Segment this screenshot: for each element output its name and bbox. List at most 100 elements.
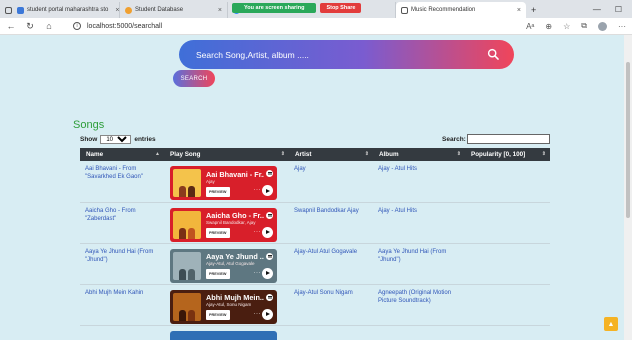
songs-table: Name ▲ Play Song ⇕ Artist ⇕ Album ⇕ Populari…	[80, 148, 550, 340]
popularity-cell	[465, 161, 550, 202]
table-search-input[interactable]	[467, 134, 550, 144]
close-icon[interactable]: ×	[513, 7, 521, 14]
play-song-cell	[164, 325, 289, 340]
read-aloud-icon[interactable]: Aᵃ	[526, 22, 534, 31]
spotify-icon[interactable]	[266, 252, 273, 260]
artist-link[interactable]: Ajay-Atul Atul Gogavale	[289, 243, 373, 284]
minimize-button[interactable]: —	[593, 5, 601, 14]
embed-title: Abhi Mujh Mein...	[206, 293, 264, 302]
more-options-icon[interactable]: ···	[254, 186, 262, 194]
sort-icon: ▲	[155, 151, 160, 157]
artist-link[interactable]: Ajay-Atul Sonu Nigam	[289, 284, 373, 325]
table-row	[80, 325, 550, 340]
spotify-embed[interactable]: Aaya Ye Jhund ... Ajay-Atul, Atul Gogava…	[170, 248, 277, 283]
table-row: Abhi Mujh Mein Kahin Abhi Mujh Mein... A…	[80, 284, 550, 325]
sort-icon: ⇕	[280, 151, 285, 157]
sharing-status: You are screen sharing	[232, 3, 317, 13]
profile-avatar[interactable]	[598, 21, 607, 31]
header-artist[interactable]: Artist ⇕	[289, 148, 373, 161]
entries-label: entries	[134, 136, 156, 143]
song-name-link[interactable]: Aaya Ye Jhund Hai (From "Jhund")	[80, 243, 164, 284]
header-label: Album	[379, 151, 399, 158]
play-icon[interactable]	[262, 226, 273, 238]
tab-music-recommendation[interactable]: Music Recommendation ×	[396, 2, 526, 18]
scrollbar-thumb[interactable]	[626, 62, 630, 218]
url-field[interactable]: i localhost:5000/searchall	[73, 22, 162, 30]
artist-link[interactable]: Swapnil Bandodkar Ajay	[289, 202, 373, 243]
sort-icon: ⇕	[364, 151, 369, 157]
album-art	[173, 210, 201, 239]
search-icon[interactable]	[487, 48, 500, 61]
stop-share-button[interactable]: Stop Share	[320, 3, 362, 13]
search-bar	[179, 40, 514, 69]
tab-student-database[interactable]: Student Database ×	[120, 2, 228, 18]
album-link[interactable]: Ajay - Atul Hits	[373, 202, 465, 243]
tab-label: Student Database	[135, 7, 184, 13]
tab-actions-icon[interactable]	[0, 2, 12, 18]
play-song-cell: Abhi Mujh Mein... Ajay-Atul, Sonu Nigam …	[164, 284, 289, 325]
tab-favicon-icon	[125, 6, 132, 14]
show-label: Show	[80, 136, 98, 143]
spotify-icon[interactable]	[266, 170, 273, 177]
screen-sharing-bar: You are screen sharing Stop Share	[232, 2, 362, 14]
search-input[interactable]	[196, 49, 476, 60]
spotify-embed[interactable]: Aai Bhavani - Fr... Ajay PREVIEW ···	[170, 166, 277, 200]
show-entries-control: Show 10 entries	[80, 135, 156, 144]
more-options-icon[interactable]: ···	[254, 310, 262, 318]
embed-artist: Ajay-Atul, Atul Gogavale	[206, 261, 255, 266]
favorites-icon[interactable]: ☆	[563, 22, 570, 31]
spotify-icon[interactable]	[266, 293, 273, 301]
play-icon[interactable]	[262, 185, 273, 196]
extensions-icon[interactable]: ⊕	[545, 22, 552, 31]
more-icon[interactable]: ···	[618, 22, 626, 31]
song-name-link[interactable]	[80, 325, 164, 340]
collections-icon[interactable]: ⧉	[581, 21, 587, 31]
header-label: Artist	[295, 151, 312, 158]
play-icon[interactable]	[262, 308, 273, 320]
page-icon	[401, 6, 408, 14]
info-icon[interactable]: i	[73, 22, 81, 30]
header-name[interactable]: Name ▲	[80, 148, 164, 161]
spotify-embed[interactable]: Aaicha Gho - Fr... Swapnil Bandodkar, Aj…	[170, 207, 277, 242]
embed-title: Aaya Ye Jhund ...	[206, 252, 264, 261]
header-album[interactable]: Album ⇕	[373, 148, 465, 161]
header-label: Play Song	[170, 151, 201, 158]
song-name-link[interactable]: Aai Bhavani - From "Savarkhed Ek Gaon"	[80, 161, 164, 202]
spotify-icon[interactable]	[266, 211, 273, 219]
search-button[interactable]: SEARCH	[173, 70, 215, 87]
preview-badge: PREVIEW	[206, 310, 230, 320]
artist-link[interactable]	[289, 325, 373, 340]
tab-student-portal[interactable]: student portal maharashtra sto ×	[12, 2, 120, 18]
back-icon[interactable]: ←	[6, 21, 16, 31]
song-name-link[interactable]: Abhi Mujh Mein Kahin	[80, 284, 164, 325]
more-options-icon[interactable]: ···	[254, 269, 262, 277]
popularity-cell	[465, 202, 550, 243]
table-search-label: Search:	[442, 136, 466, 143]
play-song-cell: Aaicha Gho - Fr... Swapnil Bandodkar, Aj…	[164, 202, 289, 243]
close-icon[interactable]: ×	[214, 7, 222, 14]
window-controls: — ☐	[593, 0, 632, 18]
refresh-icon[interactable]: ↻	[25, 21, 35, 32]
more-options-icon[interactable]: ···	[254, 228, 262, 236]
spotify-embed[interactable]: Abhi Mujh Mein... Ajay-Atul, Sonu Nigam …	[170, 289, 277, 324]
page-scrollbar[interactable]	[624, 35, 632, 340]
sort-icon: ⇕	[541, 151, 546, 157]
close-icon[interactable]: ×	[111, 7, 119, 14]
header-label: Popularity [0, 100]	[471, 151, 526, 158]
page-size-select[interactable]: 10	[100, 135, 132, 144]
song-name-link[interactable]: Aaicha Gho - From "Zaberdast"	[80, 202, 164, 243]
maximize-button[interactable]: ☐	[615, 5, 622, 14]
play-icon[interactable]	[262, 267, 273, 279]
header-play-song[interactable]: Play Song ⇕	[164, 148, 289, 161]
album-link[interactable]: Ajay - Atul Hits	[373, 161, 465, 202]
spotify-embed[interactable]	[170, 330, 277, 340]
home-icon[interactable]: ⌂	[44, 21, 54, 31]
header-popularity[interactable]: Popularity [0, 100] ⇕	[465, 148, 550, 161]
album-link[interactable]: Agneepath (Original Motion Picture Sound…	[373, 284, 465, 325]
scroll-top-button[interactable]: ▲	[604, 317, 618, 331]
tab-label: Music Recommendation	[411, 7, 476, 13]
artist-link[interactable]: Ajay	[289, 161, 373, 202]
album-link[interactable]: Aaya Ye Jhund Hai (From "Jhund")	[373, 243, 465, 284]
new-tab-button[interactable]: +	[526, 2, 541, 18]
album-link[interactable]	[373, 325, 465, 340]
